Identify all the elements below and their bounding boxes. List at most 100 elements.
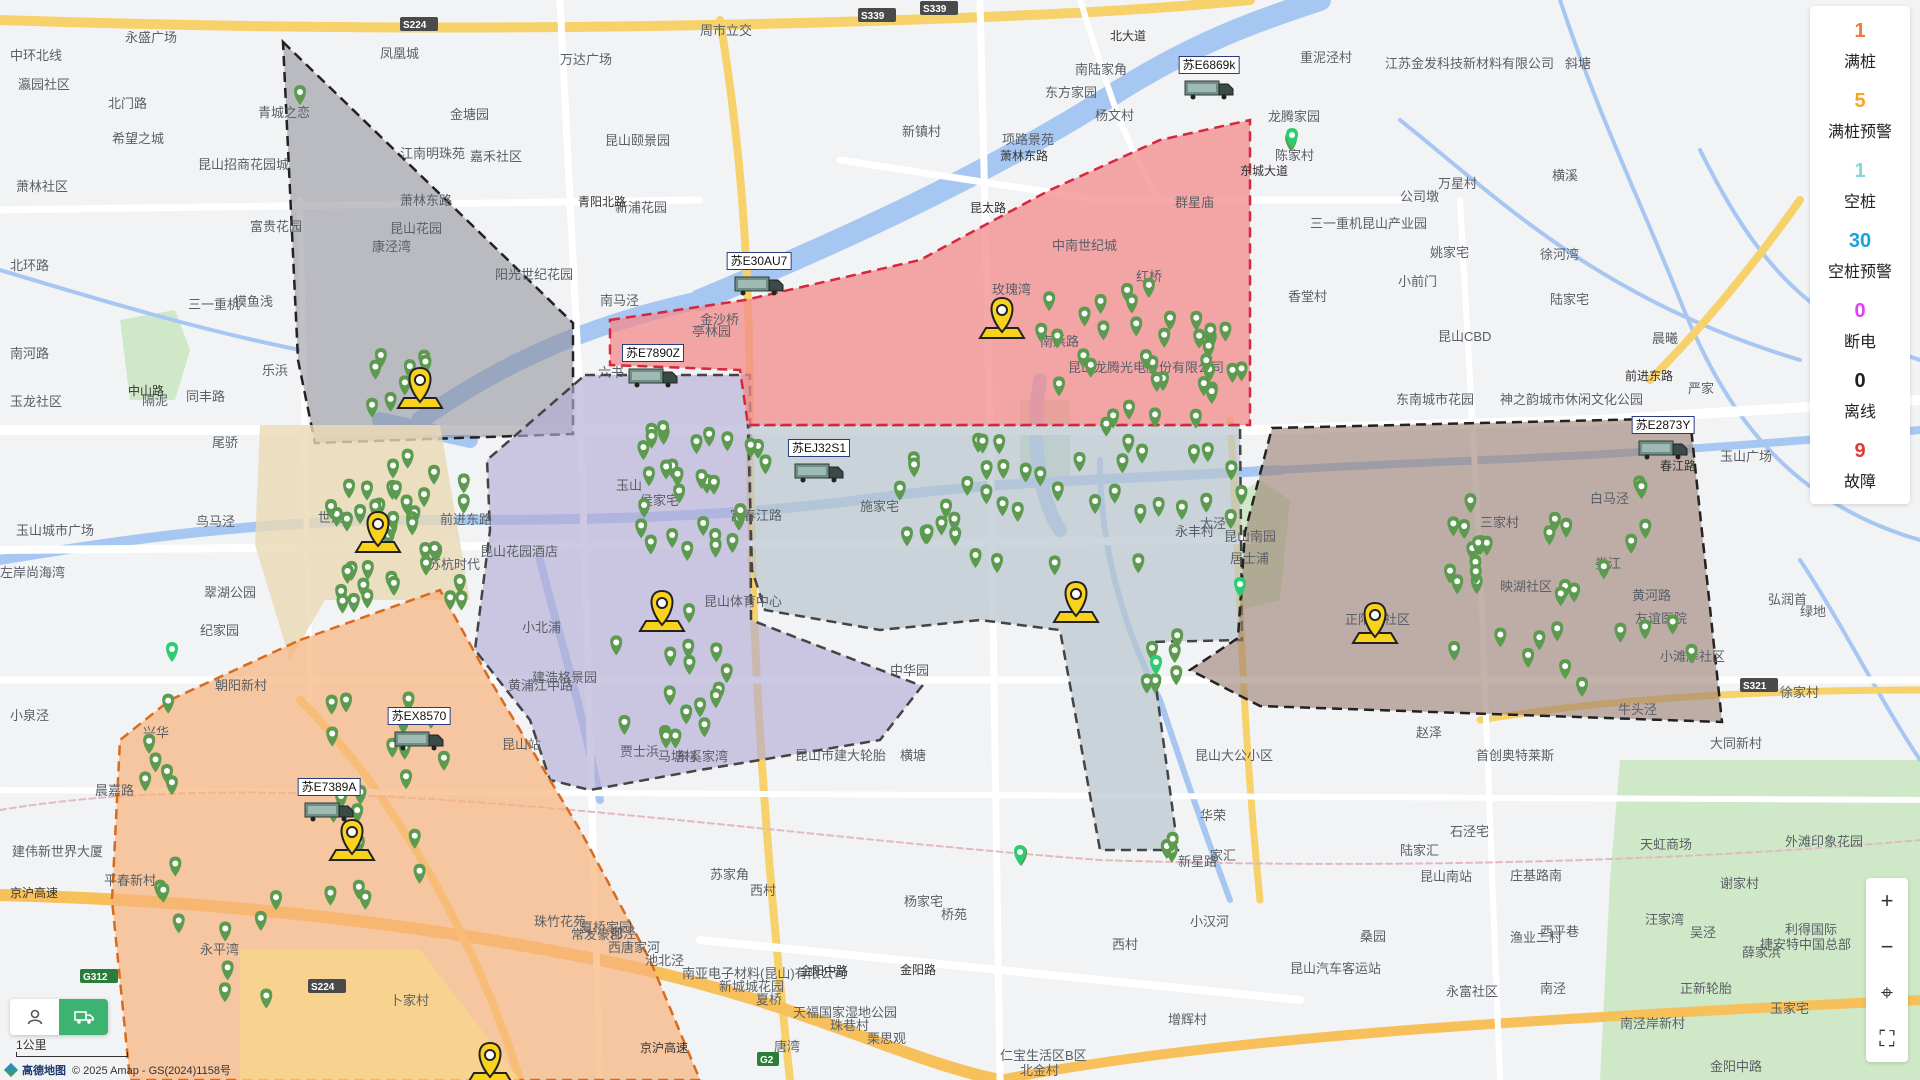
road-label-text: 昆太路 (970, 200, 1006, 215)
vehicle-marker[interactable]: 苏E2873Y (1628, 416, 1698, 462)
vehicle-marker[interactable]: 苏EX8570 (384, 707, 454, 753)
truck-icon (734, 276, 784, 296)
status-count: 5 (1854, 90, 1866, 112)
status-count: 30 (1848, 230, 1872, 252)
place-label: 群星庙 (1175, 195, 1214, 210)
amap-logo-icon (3, 1062, 19, 1078)
status-label: 满桩 (1843, 54, 1876, 71)
place-label: 首创奥特莱斯 (1476, 748, 1554, 763)
vehicle-marker[interactable]: 苏E6869k (1174, 56, 1244, 102)
place-label: 重泥泾村 (1300, 50, 1352, 65)
road-label: 青阳北路 (578, 194, 626, 209)
place-label: 北门路 (108, 96, 147, 111)
place-label: 北环路 (10, 258, 49, 273)
status-item[interactable]: 0 离线 (1810, 356, 1910, 426)
place-label: 外滩印象花园 (1785, 834, 1863, 849)
place-label: 龙腾家园 (1268, 109, 1320, 124)
truck-icon (628, 368, 678, 388)
place-label: 瀛园社区 (18, 77, 70, 92)
vehicle-marker[interactable]: 苏E30AU7 (724, 252, 794, 298)
place-label: 康泾湾 (372, 239, 411, 254)
vehicle-marker[interactable]: 苏E7389A (294, 778, 364, 824)
place-label: 东南城市花园 (1396, 392, 1474, 407)
locate-button[interactable]: ⌖ (1866, 970, 1908, 1016)
mode-toggle (10, 999, 108, 1035)
road-label-text: G2 (760, 1055, 774, 1066)
zoom-out-button[interactable]: − (1866, 924, 1908, 970)
road-label-text: S339 (861, 11, 885, 22)
place-label: 西村 (750, 883, 776, 898)
vehicle-marker[interactable]: 苏E7890Z (618, 344, 688, 390)
status-item[interactable]: 30 空桩预警 (1810, 216, 1910, 286)
place-label: 玉山 (616, 478, 642, 493)
place-label: 石泾宅 (1450, 824, 1489, 839)
person-mode-button[interactable] (10, 999, 59, 1035)
place-label: 昆山站 (502, 737, 541, 752)
place-label: 左岸尚海湾 (0, 565, 65, 580)
status-item[interactable]: 0 断电 (1810, 286, 1910, 356)
place-label: 纪家园 (200, 623, 239, 638)
place-label: 陆家宅 (1550, 292, 1589, 307)
fullscreen-button[interactable]: ⛶ (1866, 1016, 1908, 1062)
place-label: 唐湾 (774, 1039, 800, 1054)
place-label: 昆山汽车客运站 (1290, 961, 1381, 976)
place-label: 横塘 (900, 748, 926, 763)
place-label: 阳光世纪花园 (495, 267, 573, 282)
place-label: 南泾 (1540, 981, 1566, 996)
status-item[interactable]: 1 满桩 (1810, 6, 1910, 76)
place-label: 绿地 (1800, 604, 1826, 619)
place-label: 昆山南园 (1224, 529, 1276, 544)
truck-icon (794, 463, 844, 483)
place-label: 徐家村 (1780, 685, 1819, 700)
attribution-text: © 2025 Amap - GS(2024)1158号 (72, 1065, 231, 1077)
status-item[interactable]: 9 故障 (1810, 426, 1910, 496)
vehicle-plate: 苏EX8570 (387, 707, 451, 725)
truck-icon (1638, 440, 1688, 460)
place-label: 陆家汇 (1400, 843, 1439, 858)
place-label: 庄基路南 (1510, 868, 1562, 883)
zoom-in-button[interactable]: + (1866, 878, 1908, 924)
vehicle-mode-button[interactable] (59, 999, 108, 1035)
status-item[interactable]: 5 满桩预警 (1810, 76, 1910, 146)
place-label: 富贵花园 (250, 219, 302, 234)
place-label: 三一重机昆山产业园 (1310, 216, 1427, 231)
attribution-brand[interactable]: 高德地图 (22, 1062, 66, 1078)
place-label: 玉家宅 (1770, 1001, 1809, 1016)
road-label-text: 金阳中路 (800, 963, 848, 978)
map-canvas[interactable]: 中环北线 永盛广场凤凰城 周市立交万达广场南陆家角 江苏金发科技新材料有限公司瀛园社区… (0, 0, 1920, 1080)
place-label: 永盛广场 (125, 30, 177, 45)
place-label: 永富社区 (1446, 984, 1498, 999)
place-label: 赵泽 (1416, 725, 1442, 740)
place-label: 南泾岸新村 (1620, 1016, 1685, 1031)
place-label: 南马泾 (600, 293, 639, 308)
place-label: 徐河湾 (1540, 247, 1579, 262)
place-label: 天虹商场 (1640, 837, 1692, 852)
vehicle-marker[interactable]: 苏EJ32S1 (784, 439, 854, 485)
place-label: 桥苑 (941, 907, 967, 922)
place-label: 昆山CBD (1438, 329, 1491, 344)
road-label-text: S321 (1743, 681, 1767, 692)
place-label: 尾骄 (212, 435, 238, 450)
road-label: 金阳路 (900, 962, 936, 977)
place-label: 杨家宅 (904, 894, 943, 909)
road-label-text: S339 (923, 4, 947, 15)
scale-label: 1公里 (16, 1038, 47, 1052)
place-label: 永平湾 (200, 942, 239, 957)
place-label: 鸟马泾 (196, 514, 235, 529)
road-label: 昆太路 (970, 200, 1006, 215)
road-label: 东城大道 (1240, 164, 1288, 178)
place-label: 南河路 (10, 346, 49, 361)
status-item[interactable]: 1 空桩 (1810, 146, 1910, 216)
status-count: 1 (1854, 20, 1866, 42)
vehicle-plate: 苏EJ32S1 (787, 439, 851, 457)
place-label: 施家宅 (860, 499, 899, 514)
road-label-text: 金阳路 (900, 962, 936, 977)
place-label: 小汉河 (1190, 914, 1229, 929)
road-label: S339 (920, 1, 958, 15)
place-label: 周市立交 (700, 23, 752, 38)
place-label: 姚家宅 (1430, 245, 1469, 260)
status-label: 空桩 (1843, 194, 1876, 211)
status-label: 断电 (1843, 334, 1876, 351)
road-label: 前进东路 (1625, 368, 1673, 383)
place-label: 映湖社区 (1500, 579, 1552, 594)
